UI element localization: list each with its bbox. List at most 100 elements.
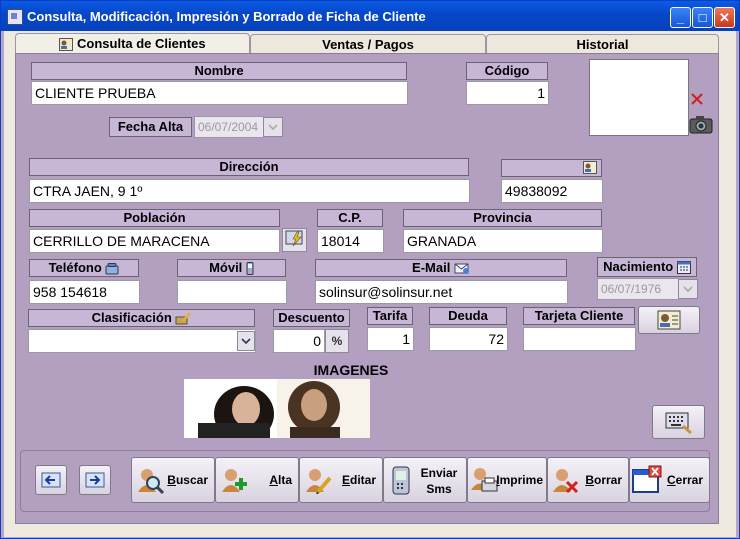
camera-icon[interactable] (689, 114, 713, 134)
sms-phone-icon (392, 466, 410, 495)
close-button[interactable]: ✕ (714, 7, 735, 28)
title-bar: Consulta, Modificación, Impresión y Borr… (1, 1, 739, 31)
cp-field[interactable]: 18014 (317, 229, 384, 253)
add-user-icon (222, 469, 247, 492)
provincia-field[interactable]: GRANADA (403, 229, 603, 253)
poblacion-label: Población (29, 209, 280, 227)
email-label: E-Mail (315, 259, 567, 277)
client-photo-box[interactable] (589, 59, 689, 136)
print-user-icon (471, 468, 498, 492)
borrar-label: Borrar (585, 473, 622, 487)
editar-button[interactable]: Editar (299, 457, 383, 503)
client-card-button[interactable] (638, 306, 700, 334)
window: Consulta, Modificación, Impresión y Borr… (0, 0, 740, 539)
chevron-down-icon (241, 338, 251, 345)
arrow-right-icon (85, 472, 105, 488)
nacimiento-label-text: Nacimiento (603, 259, 674, 274)
enviar-sms-button[interactable]: Enviar Sms (383, 457, 467, 503)
tab-historial[interactable]: Historial (486, 34, 719, 54)
email-field[interactable]: solinsur@solinsur.net (315, 280, 568, 304)
delete-user-icon (553, 469, 579, 494)
nacimiento-field: 06/07/1976 (597, 278, 679, 300)
arrow-left-icon (41, 472, 61, 488)
direccion-field[interactable]: CTRA JAEN, 9 1º (29, 179, 470, 203)
tab-label: Consulta de Clientes (77, 36, 206, 51)
next-record-button[interactable] (79, 465, 111, 495)
alta-label: Alta (269, 473, 292, 487)
tarjeta-cliente-label: Tarjeta Cliente (523, 307, 635, 325)
minimize-button[interactable]: _ (670, 7, 691, 28)
imprime-button[interactable]: Imprime (467, 457, 547, 503)
prev-record-button[interactable] (35, 465, 67, 495)
clasificacion-label-text: Clasificación (91, 310, 172, 325)
dni-field[interactable]: 49838092 (501, 179, 603, 203)
tab-label: Ventas / Pagos (322, 37, 414, 52)
codigo-label: Código (466, 62, 548, 80)
poblacion-field[interactable]: CERRILLO DE MARACENA (29, 229, 280, 253)
enviar-sms-label: Enviar Sms (420, 466, 458, 496)
nacimiento-label: Nacimiento (597, 257, 697, 277)
window-title: Consulta, Modificación, Impresión y Borr… (27, 9, 426, 24)
email-label-text: E-Mail (412, 260, 451, 275)
borrar-button[interactable]: Borrar (547, 457, 629, 503)
tarjeta-cliente-field[interactable] (523, 327, 636, 351)
lightning-lookup-icon (285, 230, 302, 247)
id-card-icon (583, 161, 597, 174)
buscar-button[interactable]: Buscar (131, 457, 215, 503)
tab-label: Historial (576, 37, 629, 52)
delete-photo-icon[interactable] (690, 92, 704, 106)
descuento-field[interactable]: 0 (273, 329, 325, 353)
percent-button[interactable]: % (325, 329, 349, 353)
editar-label: Editar (341, 473, 376, 487)
buscar-label: Buscar (167, 473, 208, 487)
direccion-label: Dirección (29, 158, 469, 176)
deuda-label: Deuda (429, 307, 507, 325)
app-icon (7, 9, 23, 25)
clasificacion-dropdown[interactable] (237, 331, 255, 351)
chevron-down-icon (268, 124, 278, 131)
nacimiento-dropdown (678, 279, 698, 299)
fecha-alta-field: 06/07/2004 (194, 116, 264, 138)
client-images-strip[interactable] (184, 379, 370, 442)
tarifa-field[interactable]: 1 (367, 327, 414, 351)
close-window-icon (632, 465, 662, 493)
tab-ventas-pagos[interactable]: Ventas / Pagos (250, 34, 486, 54)
poblacion-lookup-button[interactable] (282, 228, 307, 252)
dni-label (501, 159, 602, 177)
telefono-field[interactable]: 958 154618 (29, 280, 140, 304)
tarifa-label: Tarifa (367, 307, 413, 325)
cerrar-label: Cerrar (666, 473, 703, 487)
fecha-alta-dropdown (263, 117, 283, 137)
client-card-icon (59, 38, 74, 52)
codigo-field[interactable]: 1 (466, 81, 549, 105)
cerrar-button[interactable]: Cerrar (629, 457, 710, 503)
clasificacion-select[interactable] (28, 329, 256, 353)
keyboard-button[interactable] (652, 405, 705, 439)
nombre-label: Nombre (31, 62, 407, 80)
email-icon (454, 263, 469, 275)
alta-button[interactable]: Alta (215, 457, 299, 503)
telefono-label: Teléfono (29, 259, 139, 277)
nombre-field[interactable]: CLIENTE PRUEBA (31, 81, 408, 105)
keyboard-icon (665, 412, 692, 434)
fecha-alta-label: Fecha Alta (109, 117, 192, 137)
descuento-label: Descuento (273, 309, 350, 327)
cp-label: C.P. (317, 209, 383, 227)
box-pencil-icon (175, 312, 192, 325)
mobile-phone-icon (246, 262, 254, 276)
imagenes-heading: IMAGENES (313, 362, 389, 378)
movil-label: Móvil (177, 259, 286, 277)
chevron-down-icon (683, 286, 693, 293)
telefono-label-text: Teléfono (48, 260, 102, 275)
search-user-icon (138, 469, 164, 494)
client-card-icon (657, 310, 681, 330)
deuda-field[interactable]: 72 (429, 327, 508, 351)
maximize-button[interactable]: □ (692, 7, 713, 28)
provincia-label: Provincia (403, 209, 602, 227)
imprime-label: Imprime (496, 473, 543, 487)
tab-consulta-clientes[interactable]: Consulta de Clientes (15, 33, 250, 55)
calendar-icon (676, 261, 691, 275)
client-photos (184, 379, 370, 442)
movil-field[interactable] (177, 280, 287, 304)
phone-icon (105, 262, 119, 275)
